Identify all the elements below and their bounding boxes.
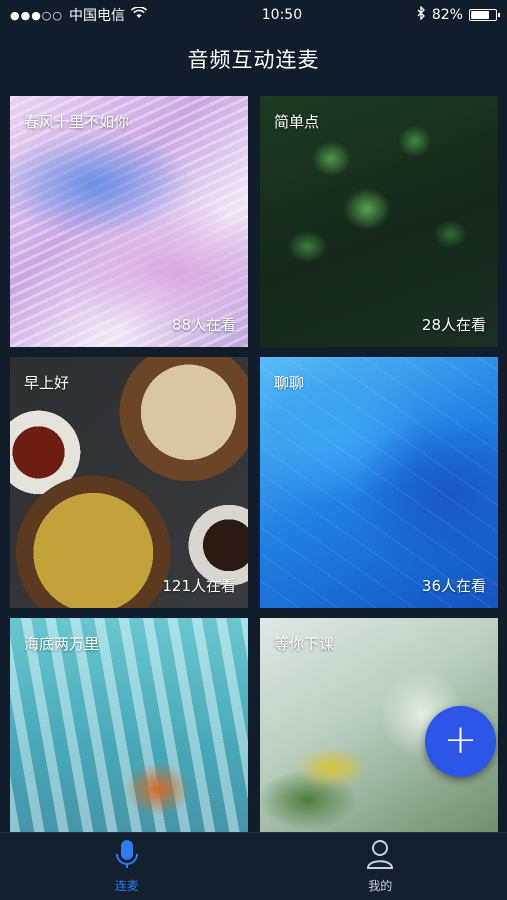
tab-bar: 连麦 我的	[0, 832, 507, 900]
room-cover-image	[10, 357, 248, 608]
battery-icon	[468, 9, 500, 21]
nav-bar: 音频互动连麦	[0, 30, 507, 88]
create-room-button[interactable]: +	[425, 706, 496, 777]
room-viewer-count: 88人在看	[171, 316, 236, 334]
microphone-icon	[114, 839, 140, 873]
room-cover-image	[260, 357, 498, 608]
user-icon	[366, 839, 394, 873]
status-bar: ●●●○○ 中国电信 10:50 82%	[0, 0, 507, 30]
bluetooth-icon	[417, 5, 426, 24]
room-title: 海底两万里	[24, 635, 100, 653]
signal-dots-icon: ●●●○○	[10, 8, 63, 22]
tab-label: 连麦	[114, 879, 139, 893]
plus-icon: +	[443, 717, 478, 763]
room-title: 早上好	[24, 374, 70, 392]
page-title: 音频互动连麦	[187, 48, 320, 72]
battery-fill	[470, 11, 489, 19]
room-card[interactable]: 简单点 28人在看	[260, 96, 498, 347]
carrier-label: 中国电信	[69, 8, 125, 24]
battery-percent: 82%	[431, 7, 463, 23]
status-left: ●●●○○ 中国电信	[10, 5, 148, 25]
room-card[interactable]: 海底两万里	[10, 618, 248, 832]
room-title: 聊聊	[274, 374, 305, 392]
room-card[interactable]: 春风十里不如你 88人在看	[10, 96, 248, 347]
wifi-icon	[130, 6, 148, 23]
room-title: 春风十里不如你	[24, 113, 130, 131]
status-time: 10:50	[261, 7, 303, 23]
tab-label: 我的	[368, 879, 393, 893]
status-right: 82%	[417, 5, 500, 24]
room-title: 等你下课	[274, 635, 335, 653]
tab-profile[interactable]: 我的	[254, 833, 507, 900]
room-cover-image	[260, 96, 498, 347]
room-cover-image	[10, 96, 248, 347]
room-grid: 春风十里不如你 88人在看 简单点 28人在看 早上好 121人在看 聊聊 36…	[10, 96, 498, 832]
room-card[interactable]: 早上好 121人在看	[10, 357, 248, 608]
room-viewer-count: 28人在看	[421, 316, 486, 334]
tab-live-mic[interactable]: 连麦	[0, 833, 254, 900]
room-title: 简单点	[274, 113, 320, 131]
room-viewer-count: 36人在看	[421, 577, 486, 595]
room-card[interactable]: 聊聊 36人在看	[260, 357, 498, 608]
room-viewer-count: 121人在看	[162, 577, 236, 595]
